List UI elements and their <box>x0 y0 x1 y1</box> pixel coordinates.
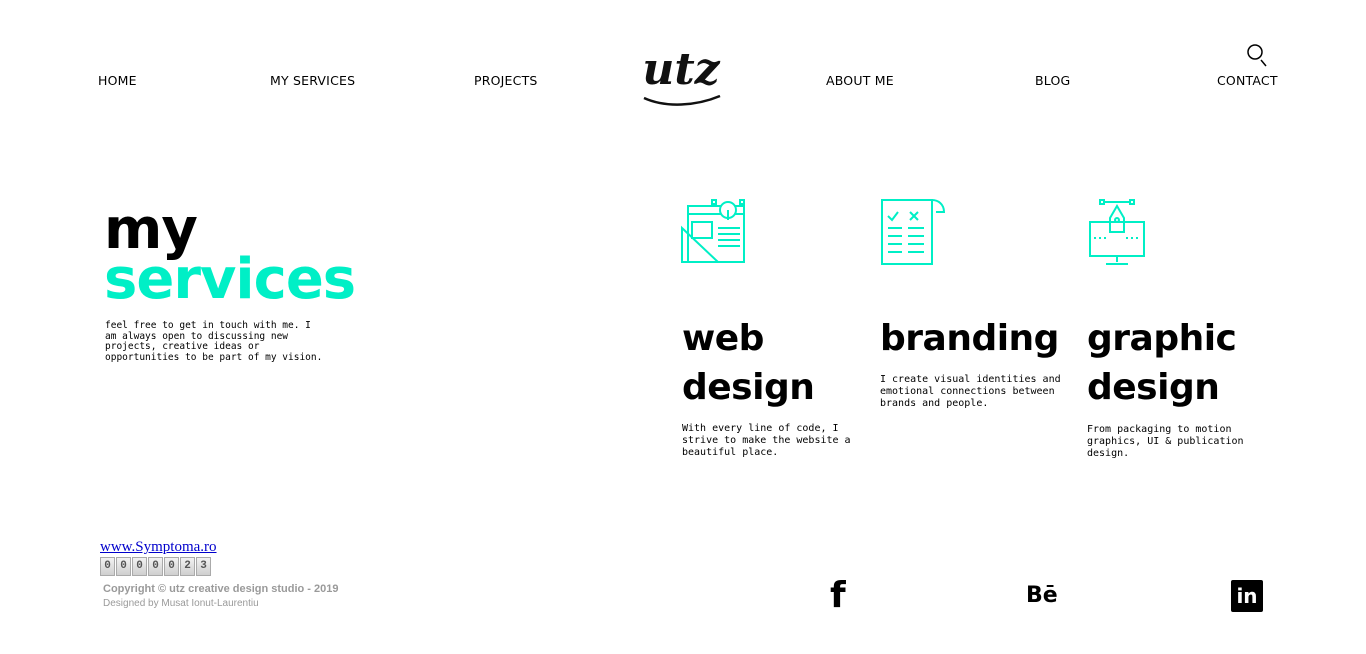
behance-label: Bē <box>1026 583 1058 608</box>
nav-blog[interactable]: BLOG <box>1035 73 1070 88</box>
service-desc-web: With every line of code, I strive to mak… <box>682 423 851 458</box>
hero-title-line2: services <box>104 247 356 312</box>
counter-link[interactable]: www.Symptoma.ro <box>100 539 217 556</box>
behance-icon[interactable]: Bē <box>1026 578 1066 614</box>
graphic-design-icon <box>1086 198 1154 266</box>
search-icon[interactable] <box>1246 43 1268 67</box>
service-title-branding: branding <box>880 318 1059 359</box>
branding-icon <box>878 198 946 266</box>
counter-digit: 0 <box>100 557 115 576</box>
counter-digit: 0 <box>116 557 131 576</box>
nav-home[interactable]: HOME <box>98 73 137 88</box>
nav-my-services[interactable]: MY SERVICES <box>270 73 355 88</box>
nav-about-me[interactable]: ABOUT ME <box>826 73 894 88</box>
facebook-icon[interactable]: f <box>830 578 850 614</box>
service-title-web-line2: design <box>682 367 815 408</box>
nav-contact[interactable]: CONTACT <box>1217 73 1278 88</box>
service-desc-branding: I create visual identities and emotional… <box>880 374 1061 409</box>
linkedin-icon[interactable]: in <box>1231 580 1263 612</box>
facebook-label: f <box>830 575 846 616</box>
counter-digit: 0 <box>164 557 179 576</box>
service-desc-graphic: From packaging to motion graphics, UI & … <box>1087 424 1244 459</box>
counter-digit: 0 <box>132 557 147 576</box>
counter-digit: 0 <box>148 557 163 576</box>
service-title-web-line1: web <box>682 318 764 359</box>
linkedin-label: in <box>1236 584 1258 608</box>
hero-description: feel free to get in touch with me. I am … <box>105 320 323 363</box>
counter-digit: 2 <box>180 557 195 576</box>
copyright: Copyright © utz creative design studio -… <box>103 583 339 595</box>
nav-projects[interactable]: PROJECTS <box>474 73 538 88</box>
counter-digit: 3 <box>196 557 211 576</box>
logo-text: utz <box>642 44 720 95</box>
logo[interactable]: utz <box>636 38 726 112</box>
designed-by: Designed by Musat Ionut-Laurentiu <box>103 598 259 609</box>
service-title-graphic-line2: design <box>1087 367 1220 408</box>
web-design-icon <box>680 198 748 266</box>
service-title-graphic-line1: graphic <box>1087 318 1237 359</box>
visitor-counter: 0 0 0 0 0 2 3 <box>100 557 212 576</box>
